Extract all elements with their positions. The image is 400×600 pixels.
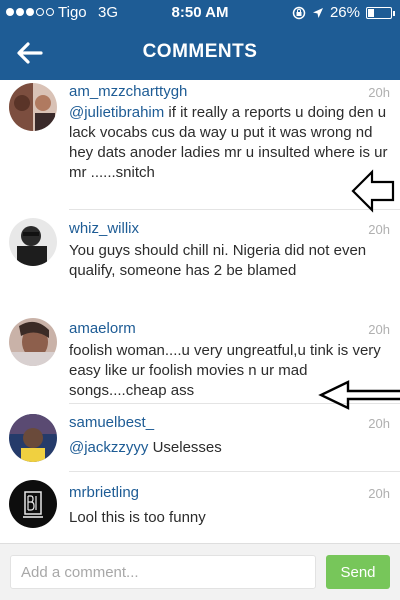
comment-body: Lool this is too funny xyxy=(69,509,206,526)
comment-body: Uselesses xyxy=(148,439,222,456)
comment-username[interactable]: mrbrietling xyxy=(69,484,139,501)
comment-composer: Send xyxy=(0,543,400,600)
avatar[interactable] xyxy=(9,414,57,462)
left-arrow-annotation xyxy=(318,380,400,410)
avatar[interactable] xyxy=(9,480,57,528)
top-bar: Tigo 3G 8:50 AM 26% COMMENTS xyxy=(0,0,400,80)
send-button[interactable]: Send xyxy=(326,555,390,589)
battery-percent: 26% xyxy=(329,4,360,21)
rotation-lock-icon xyxy=(292,6,306,19)
page-title: COMMENTS xyxy=(142,41,258,62)
battery-icon xyxy=(366,6,395,19)
avatar[interactable] xyxy=(9,83,57,131)
comment-body: You guys should chill ni. Nigeria did no… xyxy=(69,242,367,279)
comment-username[interactable]: whiz_willix xyxy=(69,220,139,237)
comment-text: @jackzzyyy Uselesses xyxy=(69,438,391,458)
comment-time: 20h xyxy=(368,222,390,237)
comment-username[interactable]: am_mzzcharttygh xyxy=(69,83,187,100)
comment-time: 20h xyxy=(368,486,390,501)
comments-list[interactable]: am_mzzcharttygh 20h @julietibrahim if it… xyxy=(0,80,400,540)
comment-text: You guys should chill ni. Nigeria did no… xyxy=(69,241,391,281)
comment-mention[interactable]: @julietibrahim xyxy=(69,104,164,121)
comment-text: @julietibrahim if it really a reports u … xyxy=(69,103,391,183)
avatar[interactable] xyxy=(9,318,57,366)
comment-item: samuelbest_ 20h @jackzzyyy Uselesses xyxy=(0,404,400,472)
comment-input[interactable] xyxy=(10,555,316,589)
comment-item: am_mzzcharttygh 20h @julietibrahim if it… xyxy=(0,80,400,210)
left-arrow-annotation xyxy=(351,169,395,213)
nav-bar: COMMENTS xyxy=(0,30,400,76)
comment-mention[interactable]: @jackzzyyy xyxy=(69,439,148,456)
comment-item: whiz_willix 20h You guys should chill ni… xyxy=(0,210,400,310)
avatar[interactable] xyxy=(9,218,57,266)
status-bar: Tigo 3G 8:50 AM 26% xyxy=(0,0,400,26)
comment-username[interactable]: amaelorm xyxy=(69,320,136,337)
comment-time: 20h xyxy=(368,85,390,100)
location-arrow-icon xyxy=(312,7,323,18)
comment-time: 20h xyxy=(368,322,390,337)
comment-username[interactable]: samuelbest_ xyxy=(69,414,154,431)
comment-item: mrbrietling 20h Lool this is too funny xyxy=(0,472,400,540)
comment-text: Lool this is too funny xyxy=(69,508,391,528)
status-right: 26% xyxy=(292,4,395,21)
comment-time: 20h xyxy=(368,416,390,431)
